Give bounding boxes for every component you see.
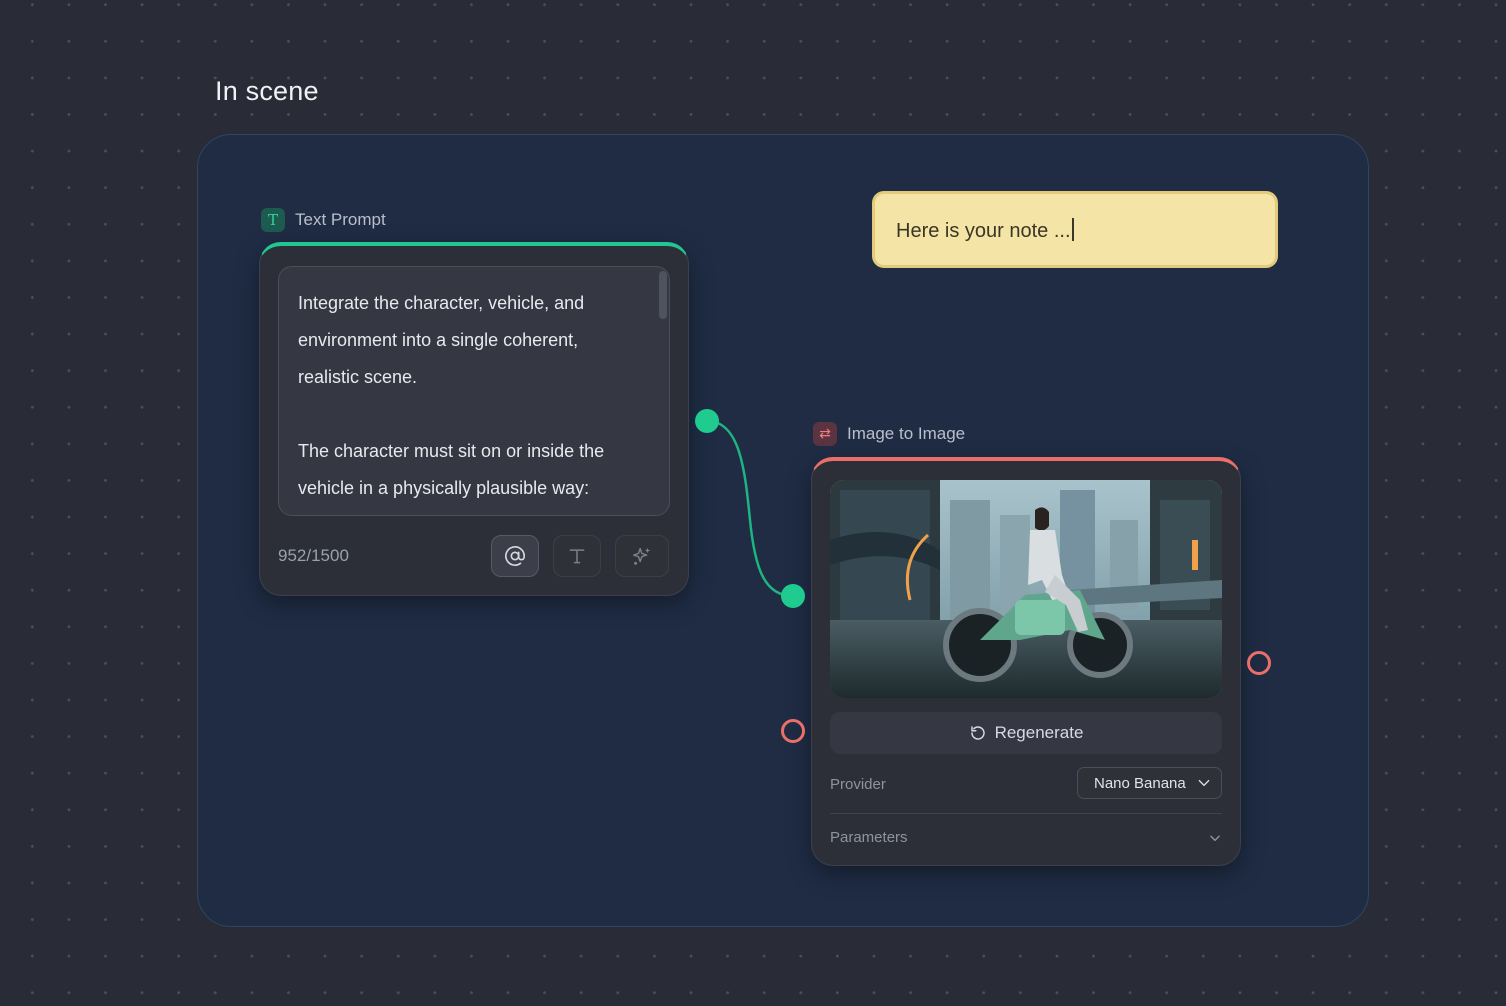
prompt-textarea[interactable]: Integrate the character, vehicle, and en… [278,266,670,516]
refresh-icon [970,726,985,740]
mention-button[interactable] [491,535,539,577]
text-prompt-title: Text Prompt [295,210,386,229]
text-icon [569,549,585,564]
note-text[interactable]: Here is your note ... [896,220,1071,242]
prompt-text[interactable]: Integrate the character, vehicle, and en… [298,285,629,515]
image-input-handle[interactable] [781,719,805,743]
enhance-button[interactable] [615,535,669,577]
text-caret [1071,218,1074,241]
at-sign-icon [505,546,525,566]
connection-wire [706,419,794,598]
image-to-image-title: Image to Image [847,424,966,443]
prompt-scrollbar[interactable] [659,271,667,319]
provider-label: Provider [830,776,886,793]
image-prompt-input-handle[interactable] [781,584,805,608]
sparkle-icon [633,547,651,565]
provider-select[interactable]: Nano Banana [1077,767,1222,799]
sticky-note[interactable]: Here is your note ... [872,191,1278,268]
chevron-down-icon [1198,779,1210,787]
generated-image[interactable] [830,480,1222,698]
parameters-toggle[interactable]: Parameters [830,829,1222,846]
parameters-label: Parameters [830,829,908,846]
image-to-image-node[interactable]: Regenerate Provider Nano Banana Paramete… [811,457,1241,866]
swap-icon: ⇄ [813,422,837,446]
text-output-handle[interactable] [695,409,719,433]
image-output-handle[interactable] [1247,651,1271,675]
provider-value: Nano Banana [1094,774,1186,792]
text-prompt-node[interactable]: Integrate the character, vehicle, and en… [259,242,689,596]
text-node-icon: T [261,208,285,232]
text-prompt-header[interactable]: T Text Prompt [261,208,386,232]
divider [830,813,1222,814]
char-count: 952/1500 [278,546,349,565]
text-format-button[interactable] [553,535,601,577]
regenerate-label: Regenerate [994,723,1084,742]
chevron-down-icon [1210,835,1220,841]
image-to-image-header[interactable]: ⇄ Image to Image [813,422,965,446]
regenerate-button[interactable]: Regenerate [830,712,1222,754]
